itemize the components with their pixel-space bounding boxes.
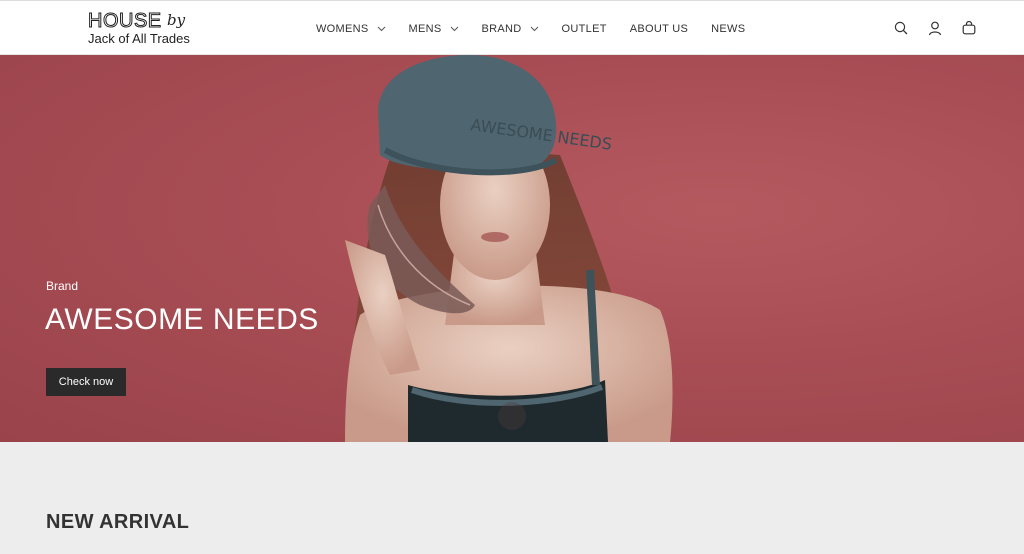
logo-by-text: by <box>167 11 186 29</box>
chevron-down-icon <box>450 26 458 32</box>
site-header: HOUSE by Jack of All Trades WOMENS MENS … <box>0 0 1024 55</box>
nav-item-label: ABOUT US <box>629 23 689 35</box>
account-icon[interactable] <box>926 19 944 37</box>
nav-item-label: WOMENS <box>316 23 369 35</box>
nav-item-mens[interactable]: MENS <box>409 23 459 35</box>
hero-model-image: AWESOME NEEDS <box>345 55 673 442</box>
chevron-down-icon <box>530 26 538 32</box>
nav-item-about-us[interactable]: ABOUT US <box>630 23 688 35</box>
hero-banner: AWESOME NEEDS Brand AWESOME NEEDS Check … <box>0 55 1024 442</box>
logo-house-text: HOUSE <box>88 10 162 33</box>
nav-item-label: NEWS <box>711 23 746 35</box>
site-logo[interactable]: HOUSE by Jack of All Trades <box>88 10 198 48</box>
nav-item-brand[interactable]: BRAND <box>482 23 539 35</box>
nav-item-womens[interactable]: WOMENS <box>316 23 386 35</box>
check-now-button[interactable]: Check now <box>46 368 126 396</box>
nav-item-label: MENS <box>408 23 442 35</box>
cart-icon[interactable] <box>960 19 978 37</box>
main-nav: WOMENS MENS BRAND OUTLET ABOUT US NEWS <box>316 20 768 38</box>
logo-subtitle: Jack of All Trades <box>88 31 190 46</box>
section-title: NEW ARRIVAL <box>46 511 190 533</box>
search-icon[interactable] <box>892 19 910 37</box>
nav-item-news[interactable]: NEWS <box>711 23 745 35</box>
new-arrival-section: NEW ARRIVAL <box>0 442 1024 554</box>
nav-item-outlet[interactable]: OUTLET <box>562 23 607 35</box>
nav-item-label: OUTLET <box>561 23 607 35</box>
nav-item-label: BRAND <box>481 23 522 35</box>
cursor-indicator <box>498 402 526 430</box>
hero-eyebrow: Brand <box>46 279 79 293</box>
hero-title: AWESOME NEEDS <box>45 303 319 336</box>
chevron-down-icon <box>377 26 385 32</box>
header-icons <box>876 19 978 37</box>
